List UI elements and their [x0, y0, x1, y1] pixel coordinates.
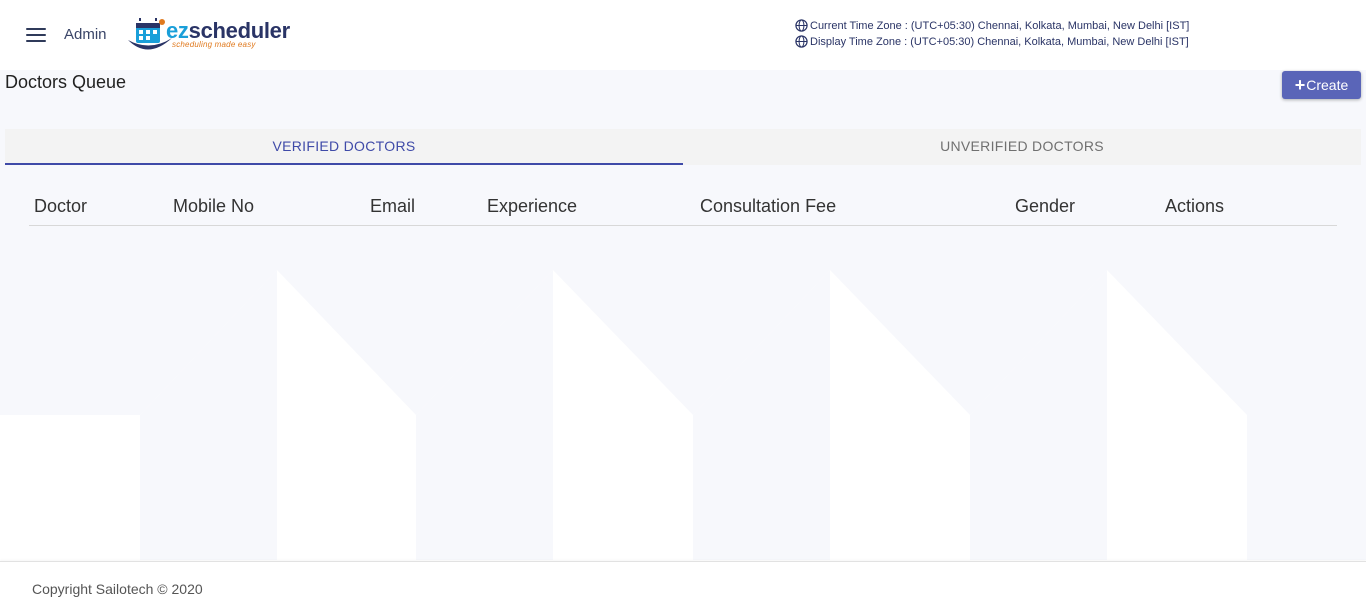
- column-header-doctor[interactable]: Doctor: [34, 196, 87, 217]
- current-time-zone: Current Time Zone : (UTC+05:30) Chennai,…: [795, 19, 1189, 32]
- plus-icon: +: [1294, 75, 1306, 95]
- current-time-zone-text: Current Time Zone : (UTC+05:30) Chennai,…: [810, 19, 1190, 32]
- create-button[interactable]: + Create: [1282, 71, 1361, 99]
- create-button-label: Create: [1306, 77, 1349, 93]
- globe-icon: [795, 35, 808, 48]
- column-header-gender[interactable]: Gender: [1015, 196, 1075, 217]
- doctors-table-header: Doctor Mobile No Email Experience Consul…: [29, 188, 1337, 226]
- column-header-mobile-no[interactable]: Mobile No: [173, 196, 254, 217]
- column-header-actions: Actions: [1165, 196, 1225, 216]
- doctor-tabs: Verified Doctors Unverified Doctors: [5, 129, 1361, 165]
- page-title: Doctors Queue: [5, 72, 127, 92]
- app-page: Admin ezscheduler scheduling made easy C…: [0, 0, 1366, 613]
- top-header: Admin ezscheduler scheduling made easy C…: [0, 0, 1366, 68]
- display-time-zone: Display Time Zone : (UTC+05:30) Chennai,…: [795, 35, 1189, 48]
- display-time-zone-text: Display Time Zone : (UTC+05:30) Chennai,…: [810, 35, 1189, 48]
- logo-tagline: scheduling made easy: [172, 40, 256, 49]
- column-header-consultation-fee[interactable]: Consultation Fee: [700, 196, 836, 217]
- tab-unverified-doctors[interactable]: Unverified Doctors: [683, 129, 1361, 165]
- admin-label: Admin: [64, 26, 107, 43]
- ezscheduler-logo[interactable]: ezscheduler scheduling made easy: [126, 14, 301, 54]
- page-footer: Copyright Sailotech © 2020: [0, 561, 1366, 613]
- hamburger-menu-icon[interactable]: [26, 28, 46, 42]
- globe-icon: [795, 19, 808, 32]
- copyright-text: Copyright Sailotech © 2020: [32, 581, 203, 597]
- column-header-experience[interactable]: Experience: [487, 196, 577, 217]
- tab-verified-doctors[interactable]: Verified Doctors: [5, 129, 683, 165]
- column-header-email[interactable]: Email: [370, 196, 415, 217]
